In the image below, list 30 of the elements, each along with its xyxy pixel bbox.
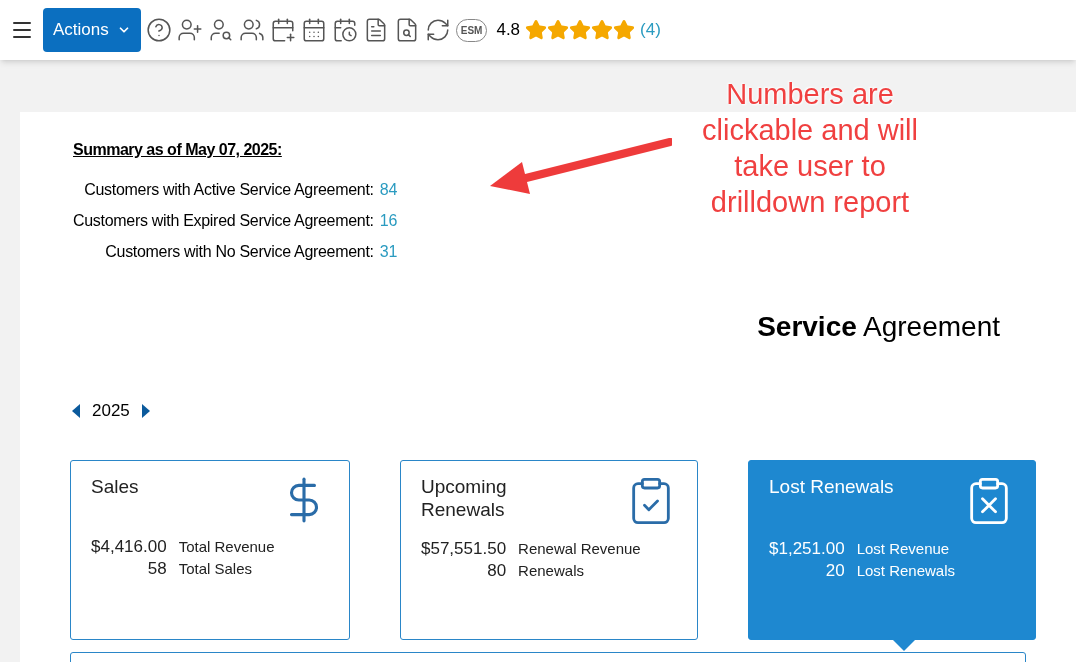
card-caption: Lost Renewals <box>856 560 956 580</box>
summary-count-link[interactable]: 84 <box>379 178 398 202</box>
summary-card[interactable]: Upcoming Renewals $57,551.50 Renewal Revenue 80 Renewals <box>400 459 698 640</box>
summary-card[interactable]: Sales $4,416.00 Total Revenue 58 Total Sales <box>70 459 350 640</box>
card-amount: $1,251.00 <box>769 538 845 558</box>
card-caption: Renewals <box>518 560 584 580</box>
summary-title: Summary as of May 07, 2025: <box>73 140 283 160</box>
summary-label: Customers with No Service Agreement: <box>104 242 374 262</box>
card-title: Sales <box>91 474 140 498</box>
card-title: Upcoming Renewals <box>421 474 508 521</box>
summary-count-link[interactable]: 31 <box>379 240 398 264</box>
card-caption: Total Revenue <box>178 536 275 556</box>
actions-button[interactable]: Actions <box>43 8 141 52</box>
page-title: Service Agreement <box>757 310 1000 344</box>
annotation-text: Numbers are clickable and will take user to drilldown report <box>701 77 919 220</box>
card-caption: Renewal Revenue <box>518 538 641 558</box>
year-label: 2025 <box>92 400 130 422</box>
rating-value: 4.8 <box>496 19 521 42</box>
card-amount: 58 <box>147 558 167 578</box>
card-caption: Total Sales <box>178 558 252 578</box>
summary-count-link[interactable]: 16 <box>379 209 398 233</box>
summary-label: Customers with Active Service Agreement: <box>83 180 374 200</box>
card-amount: $4,416.00 <box>91 536 167 556</box>
card-amount: 20 <box>825 560 845 580</box>
card-caption: Lost Revenue <box>856 538 950 558</box>
summary-label: Customers with Expired Service Agreement: <box>73 211 374 231</box>
card-amount: $57,551.50 <box>421 538 507 558</box>
review-count-link[interactable]: (4) <box>640 17 661 43</box>
card-title: Lost Renewals <box>769 474 895 498</box>
card-amount: 80 <box>487 560 507 580</box>
